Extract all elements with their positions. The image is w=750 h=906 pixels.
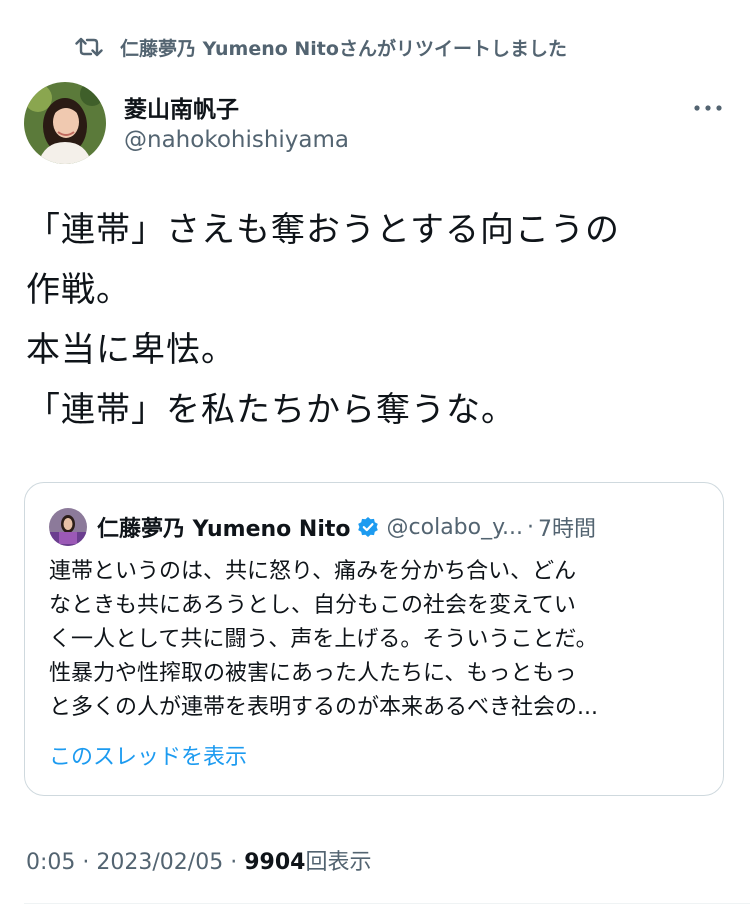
retweet-text: 仁藤夢乃 Yumeno Nitoさんがリツイートしました: [120, 37, 567, 60]
quote-line: く一人として共に闘う、声を上げる。そういうことだ。: [49, 627, 598, 652]
quote-line: 連帯というのは、共に怒り、痛みを分かち合い、どん: [49, 559, 577, 584]
quote-header: 仁藤夢乃 Yumeno Nito @colabo_y... · 7時間: [49, 507, 596, 547]
quote-line: なときも共にあろうとし、自分もこの社会を変えてい: [49, 593, 576, 618]
avatar[interactable]: [24, 82, 106, 164]
retweet-icon: [74, 32, 104, 62]
divider: [24, 903, 750, 904]
quote-author-handle[interactable]: @colabo_y...: [387, 515, 523, 540]
quote-tweet-card[interactable]: 仁藤夢乃 Yumeno Nito @colabo_y... · 7時間 連帯とい…: [24, 482, 724, 796]
quote-author-name[interactable]: 仁藤夢乃 Yumeno Nito: [97, 511, 351, 543]
views-count: 9904: [244, 850, 306, 875]
quote-separator: ·: [526, 514, 534, 540]
tweet-line: 「連帯」を私たちから奪うな。: [26, 390, 516, 430]
tweet-line: 作戦。: [26, 270, 131, 310]
meta-separator: ·: [230, 850, 238, 875]
tweet-text: 「連帯」さえも奪おうとする向こうの 作戦。 本当に卑怯。 「連帯」を私たちから奪…: [26, 200, 726, 440]
tweet-date[interactable]: 2023/02/05: [96, 850, 223, 875]
verified-badge-icon: [357, 516, 379, 538]
meta-separator: ·: [82, 850, 90, 875]
quote-avatar[interactable]: [49, 508, 87, 546]
author-name[interactable]: 菱山南帆子: [124, 90, 239, 124]
quote-timestamp[interactable]: 7時間: [538, 511, 596, 543]
show-thread-link[interactable]: このスレッドを表示: [49, 739, 247, 771]
author-handle[interactable]: @nahokohishiyama: [124, 127, 349, 153]
tweet-time[interactable]: 0:05: [26, 850, 75, 875]
tweet-line: 「連帯」さえも奪おうとする向こうの: [26, 210, 620, 250]
quote-line: と多くの人が連帯を表明するのが本来あるべき社会の...: [49, 695, 598, 720]
retweet-context[interactable]: 仁藤夢乃 Yumeno Nitoさんがリツイートしました: [74, 32, 567, 62]
tweet-meta: 0:05 · 2023/02/05 · 9904 回表示: [26, 844, 371, 876]
more-options-icon[interactable]: [690, 96, 726, 120]
views-label: 回表示: [305, 850, 372, 875]
quote-line: 性暴力や性搾取の被害にあった人たちに、もっともっ: [49, 661, 577, 686]
tweet-line: 本当に卑怯。: [26, 330, 236, 370]
quote-text: 連帯というのは、共に怒り、痛みを分かち合い、どん なときも共にあろうとし、自分も…: [49, 555, 709, 725]
